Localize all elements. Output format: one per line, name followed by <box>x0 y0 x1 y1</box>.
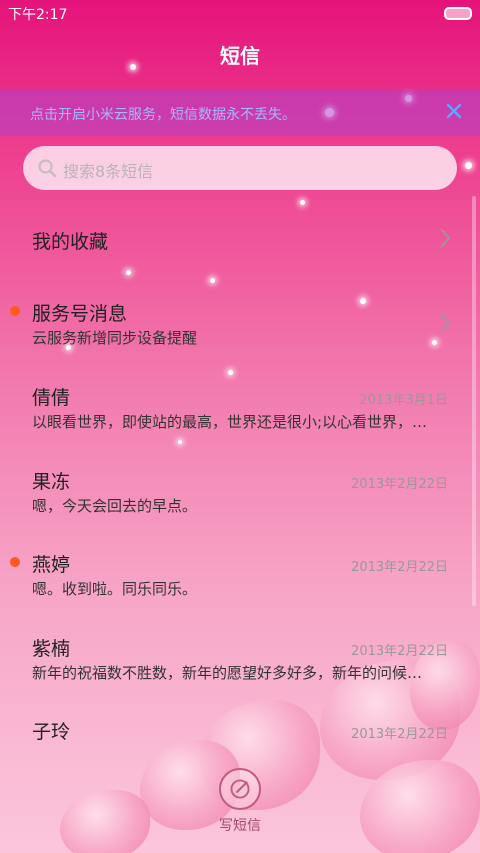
compose-icon <box>230 779 250 799</box>
unread-dot <box>10 557 20 567</box>
search-icon <box>38 159 57 178</box>
row-name: 紫楠 <box>32 638 71 660</box>
status-bar: 下午2:17 <box>0 0 480 28</box>
conversation-row[interactable]: 果冻 2013年2月22日 嗯，今天会回去的早点。 <box>0 458 480 528</box>
conversation-row[interactable]: 倩倩 2013年3月1日 以眼看世界，即使站的最高，世界还是很小;以心看世界，… <box>0 374 480 444</box>
unread-dot <box>10 306 20 316</box>
conversation-row[interactable]: 紫楠 2013年2月22日 新年的祝福数不胜数，新年的愿望好多好多，新年的问候… <box>0 625 480 695</box>
row-date: 2013年2月22日 <box>351 644 448 659</box>
conversation-row[interactable]: 燕婷 2013年2月22日 嗯。收到啦。同乐同乐。 <box>0 541 480 611</box>
search-input[interactable]: 搜索8条短信 <box>23 146 457 190</box>
row-date: 2013年3月1日 <box>359 393 448 408</box>
row-name: 子玲 <box>32 721 71 743</box>
page-title: 短信 <box>220 44 260 68</box>
list-item-favorites[interactable]: 我的收藏 <box>0 210 480 270</box>
cloud-service-banner[interactable]: 点击开启小米云服务，短信数据永不丢失。 <box>0 90 480 136</box>
row-preview: 嗯。收到啦。同乐同乐。 <box>32 580 198 598</box>
list-item-service[interactable]: 服务号消息 云服务新增同步设备提醒 <box>0 290 480 360</box>
search-placeholder: 搜索8条短信 <box>63 162 154 181</box>
row-preview: 云服务新增同步设备提醒 <box>32 329 198 347</box>
close-icon[interactable] <box>442 99 466 123</box>
chevron-right-icon <box>440 313 451 333</box>
sparkle <box>465 162 472 169</box>
title-bar: 短信 <box>0 40 480 69</box>
chevron-right-icon <box>440 228 451 248</box>
row-date: 2013年2月22日 <box>351 477 448 492</box>
row-date: 2013年2月22日 <box>351 727 448 742</box>
sparkle <box>300 200 305 205</box>
compose-label[interactable]: 写短信 <box>0 815 480 835</box>
scrollbar[interactable] <box>472 196 476 606</box>
sparkle <box>210 278 215 283</box>
compose-button[interactable] <box>219 768 261 810</box>
status-time: 下午2:17 <box>8 7 68 23</box>
row-name: 服务号消息 <box>32 303 128 325</box>
cloud-banner-text[interactable]: 点击开启小米云服务，短信数据永不丢失。 <box>30 104 296 124</box>
sparkle <box>126 270 131 275</box>
row-preview: 以眼看世界，即使站的最高，世界还是很小;以心看世界，… <box>32 413 428 431</box>
row-name: 倩倩 <box>32 387 71 409</box>
battery-icon <box>444 7 472 20</box>
row-name: 果冻 <box>32 471 71 493</box>
row-preview: 嗯，今天会回去的早点。 <box>32 497 198 515</box>
row-name: 燕婷 <box>32 554 71 576</box>
conversation-row[interactable]: 子玲 2013年2月22日 <box>0 708 480 758</box>
row-date: 2013年2月22日 <box>351 560 448 575</box>
row-preview: 新年的祝福数不胜数，新年的愿望好多好多，新年的问候… <box>32 664 423 682</box>
row-name: 我的收藏 <box>32 231 109 253</box>
